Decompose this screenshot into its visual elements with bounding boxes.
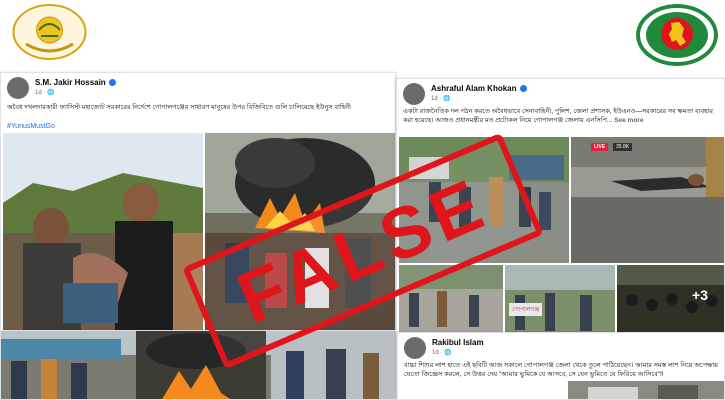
photo-live-video[interactable]: LIVE 35.8K xyxy=(571,137,724,263)
post-meta: 1d · 🌐 xyxy=(35,90,55,96)
sign-board-label: গোপালগঞ্জ xyxy=(509,303,543,316)
more-photos-count: +3 xyxy=(692,287,708,303)
see-more-link[interactable]: See more xyxy=(614,117,643,124)
photo-crowd-more[interactable]: +3 xyxy=(617,265,724,335)
post-author[interactable]: Rakibul Islam xyxy=(432,338,484,347)
avatar[interactable] xyxy=(404,337,426,359)
verified-badge-icon xyxy=(519,85,527,93)
facebook-post-rakibul: Rakibul Islam 1d · 🌐 বাচ্চা শিশুর লাশ হা… xyxy=(397,332,725,400)
post-author[interactable]: S.M. Jakir Hossain xyxy=(35,78,116,87)
photo-child-body[interactable] xyxy=(568,381,724,400)
government-emblem-logo xyxy=(12,4,87,60)
post-text: বাচ্চা শিশুর লাশ হাতে এই ছবিটি আজ সকালে … xyxy=(404,362,718,378)
photo-sign-board[interactable]: গোপালগঞ্জ xyxy=(505,265,615,335)
verified-badge-icon xyxy=(108,79,116,87)
post-text: একটা রাজনৈতিক দল গঠন করতে অবৈধভাবে সেনাব… xyxy=(403,108,713,124)
view-count-badge: 35.8K xyxy=(613,143,633,151)
post-meta: 1d · 🌐 xyxy=(432,350,452,356)
avatar[interactable] xyxy=(403,83,425,105)
post-text: অবৈধ দখলদারকারী ফ্যাসিস্ট মহাজোট সরকারের… xyxy=(7,104,351,111)
photo-street-fire[interactable] xyxy=(1,331,397,400)
avatar[interactable] xyxy=(7,77,29,99)
live-badge: LIVE xyxy=(591,143,609,151)
post-author[interactable]: Ashraful Alam Khokan xyxy=(431,84,527,93)
post-meta: 1d · 🌐 xyxy=(431,96,451,102)
bangladesh-map-emblem-logo xyxy=(636,4,718,66)
photo-strip-bottom xyxy=(0,330,397,400)
post-hashtag[interactable]: #YunusMustGo xyxy=(7,123,55,130)
photo-man-carrying-child[interactable] xyxy=(3,133,203,331)
